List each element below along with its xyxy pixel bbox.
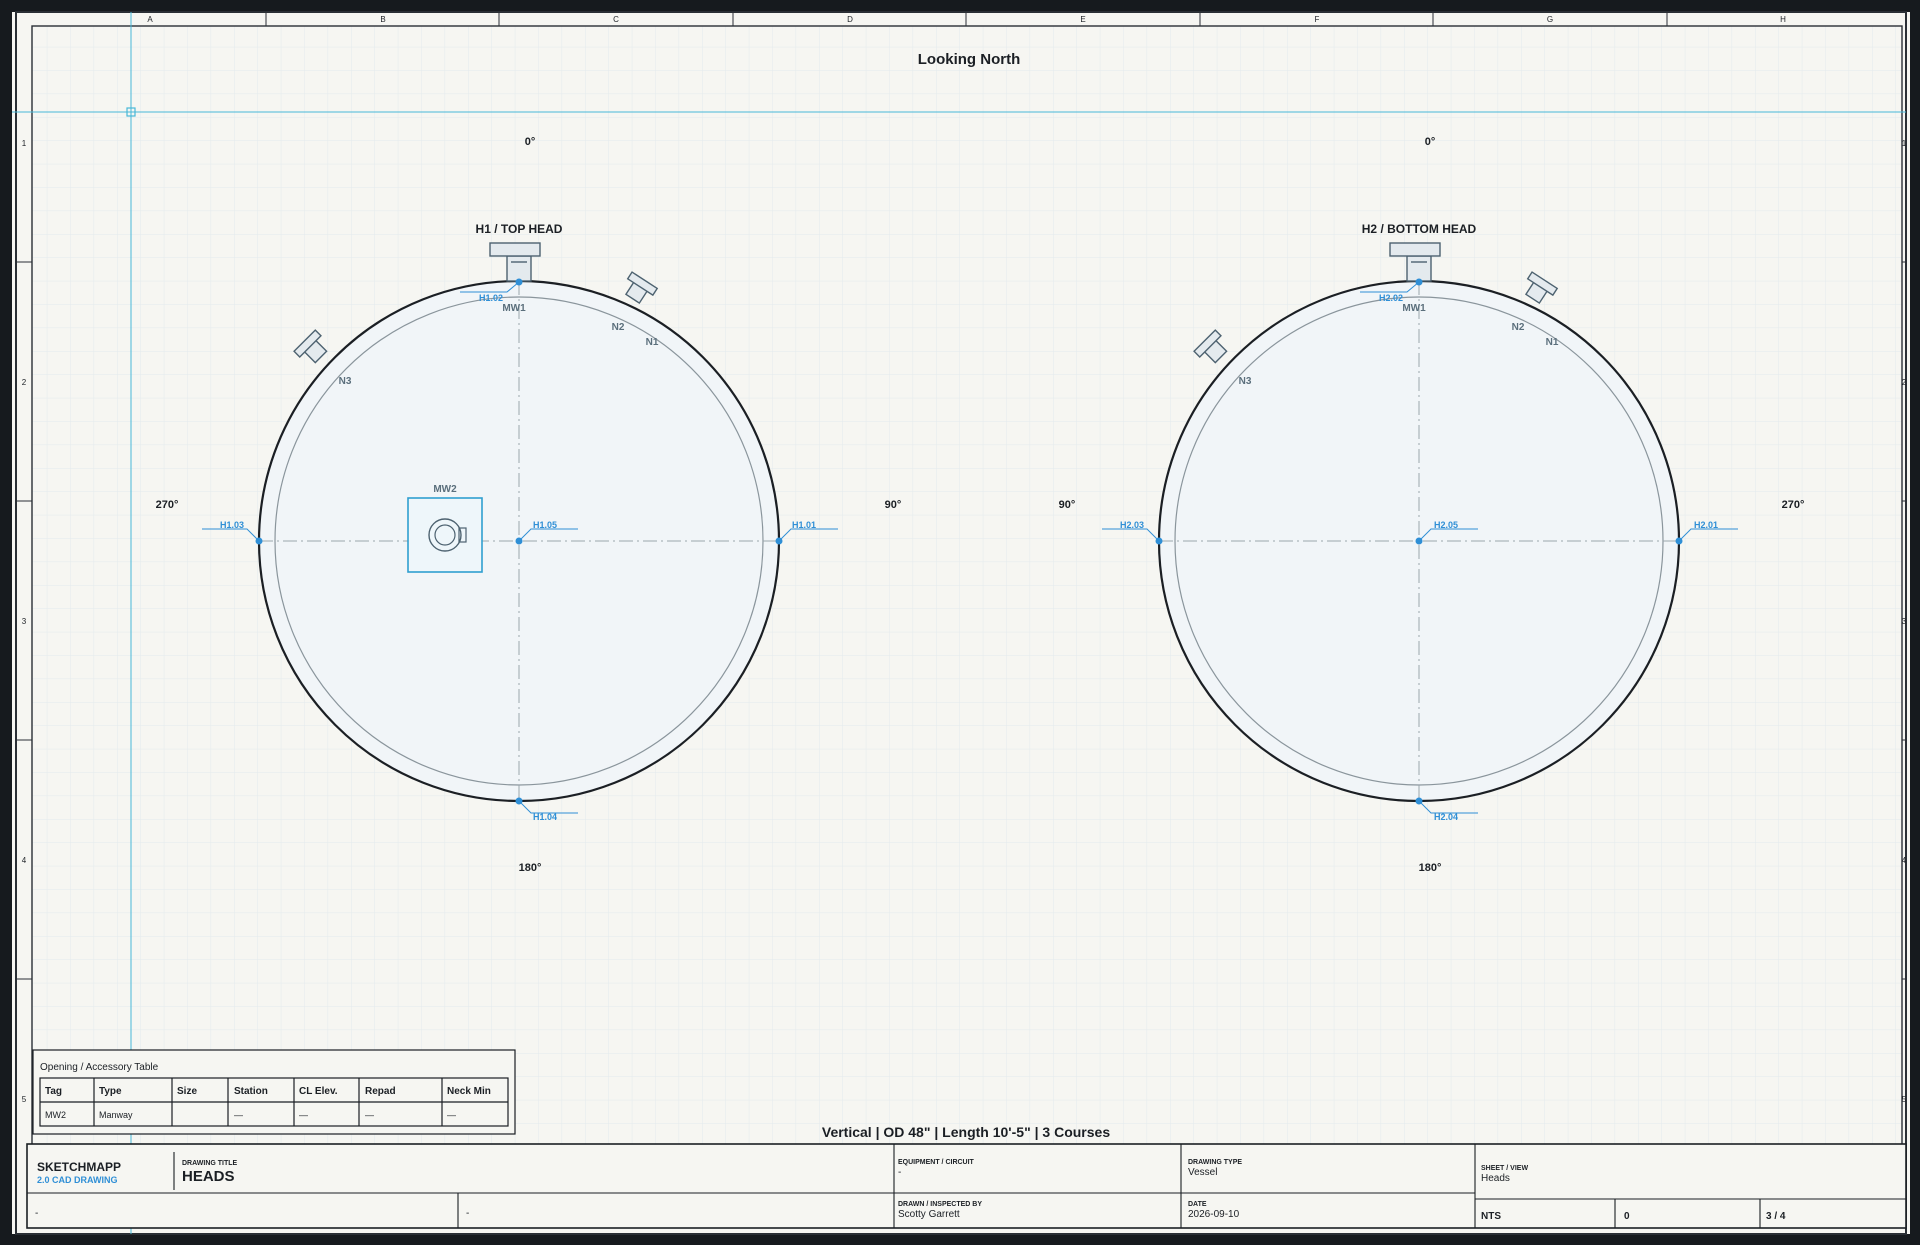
table-cell: —: [447, 1110, 456, 1120]
zone-row-2-right: 2: [1902, 378, 1907, 387]
drawn-value: Scotty Garrett: [898, 1209, 960, 1220]
brand-subtitle: 2.0 CAD DRAWING: [37, 1175, 118, 1185]
equipment-value: -: [898, 1167, 901, 1178]
drawing-sheet: A B C D E F G H 1 2 3 4 5 1 2 3 4 5 Look…: [12, 11, 1910, 1235]
table-cell: —: [234, 1110, 243, 1120]
point-label-center: H2.05: [1434, 520, 1458, 530]
degree-left: 90°: [1059, 499, 1076, 511]
opening-accessory-table[interactable]: Opening / Accessory Table Tag Type Size …: [32, 1049, 516, 1135]
nozzle-label-n1: N1: [1546, 337, 1559, 348]
point-label-top: H1.02: [479, 293, 503, 303]
drawn-label: DRAWN / INSPECTED BY: [898, 1201, 982, 1208]
zone-row-5-right: 5: [1902, 1095, 1907, 1104]
drawing-type-label: DRAWING TYPE: [1188, 1159, 1242, 1166]
table-header: Repad: [365, 1086, 396, 1097]
sheet-value: Heads: [1481, 1173, 1510, 1184]
drawing-title-label: DRAWING TITLE: [182, 1160, 238, 1167]
zone-col-g: G: [1547, 15, 1553, 24]
left-field-1: -: [35, 1208, 38, 1219]
left-field-2: -: [466, 1208, 469, 1219]
zone-row-2: 2: [22, 378, 27, 387]
manway-mw2[interactable]: [407, 497, 483, 573]
table-title: Opening / Accessory Table: [40, 1062, 159, 1073]
table-cell: —: [299, 1110, 308, 1120]
table-header: CL Elev.: [299, 1086, 338, 1097]
drawing-title: HEADS: [182, 1168, 235, 1185]
nozzle-label-n2: N2: [1512, 322, 1525, 333]
zone-row-3: 3: [22, 617, 27, 626]
zone-col-h: H: [1780, 15, 1786, 24]
nozzle-label-n3: N3: [339, 376, 352, 387]
zone-col-e: E: [1080, 15, 1085, 24]
sheet-number: 3 / 4: [1766, 1211, 1786, 1222]
nozzle-label-n3: N3: [1239, 376, 1252, 387]
point-label-right: H1.01: [792, 520, 816, 530]
point-label-bottom: H1.04: [533, 812, 557, 822]
zone-row-4-right: 4: [1902, 856, 1907, 865]
sheet-label: SHEET / VIEW: [1481, 1165, 1528, 1172]
scale-value: NTS: [1481, 1211, 1501, 1222]
nozzle-label-n1: N1: [646, 337, 659, 348]
zone-row-1: 1: [22, 139, 27, 148]
zone-row-5: 5: [22, 1095, 27, 1104]
head-title: H1 / TOP HEAD: [476, 222, 563, 236]
title-block: SKETCHMAPP 2.0 CAD DRAWING DRAWING TITLE…: [26, 1143, 1907, 1229]
point-label-center: H1.05: [533, 520, 557, 530]
zone-row-1-right: 1: [1902, 139, 1907, 148]
table-cell: —: [365, 1110, 374, 1120]
nozzle-label-mw1: MW1: [1402, 303, 1426, 314]
equipment-label: EQUIPMENT / CIRCUIT: [898, 1159, 975, 1166]
zone-col-b: B: [380, 15, 385, 24]
date-value: 2026-09-10: [1188, 1209, 1240, 1220]
degree-left: 270°: [156, 499, 179, 511]
zone-row-3-right: 3: [1902, 617, 1907, 626]
degree-bottom: 180°: [1419, 862, 1442, 874]
point-label-left: H1.03: [220, 520, 244, 530]
degree-right: 90°: [885, 499, 902, 511]
degree-top: 0°: [525, 136, 536, 148]
table-header: Neck Min: [447, 1086, 491, 1097]
point-label-right: H2.01: [1694, 520, 1718, 530]
degree-right: 270°: [1782, 499, 1805, 511]
table-header: Type: [99, 1086, 122, 1097]
point-label-top: H2.02: [1379, 293, 1403, 303]
view-title: Looking North: [918, 51, 1020, 68]
view-footer: Vertical | OD 48" | Length 10'-5" | 3 Co…: [822, 1124, 1110, 1140]
table-header: Size: [177, 1086, 197, 1097]
zone-col-d: D: [847, 15, 853, 24]
point-label-bottom: H2.04: [1434, 812, 1458, 822]
nozzle-label-mw1: MW1: [502, 303, 526, 314]
drawing-type-value: Vessel: [1188, 1167, 1217, 1178]
head-title: H2 / BOTTOM HEAD: [1362, 222, 1477, 236]
degree-top: 0°: [1425, 136, 1436, 148]
zone-col-f: F: [1315, 15, 1320, 24]
table-cell: Manway: [99, 1110, 133, 1120]
date-label: DATE: [1188, 1201, 1207, 1208]
table-header: Tag: [45, 1086, 62, 1097]
zone-row-4: 4: [22, 856, 27, 865]
table-header: Station: [234, 1086, 268, 1097]
revision-value: 0: [1624, 1211, 1630, 1222]
degree-bottom: 180°: [519, 862, 542, 874]
zone-col-c: C: [613, 15, 619, 24]
nozzle-label-n2: N2: [612, 322, 625, 333]
manway-label: MW2: [433, 484, 457, 495]
zone-col-a: A: [147, 15, 153, 24]
table-cell: MW2: [45, 1110, 66, 1120]
point-label-left: H2.03: [1120, 520, 1144, 530]
brand-logo: SKETCHMAPP: [37, 1160, 121, 1174]
